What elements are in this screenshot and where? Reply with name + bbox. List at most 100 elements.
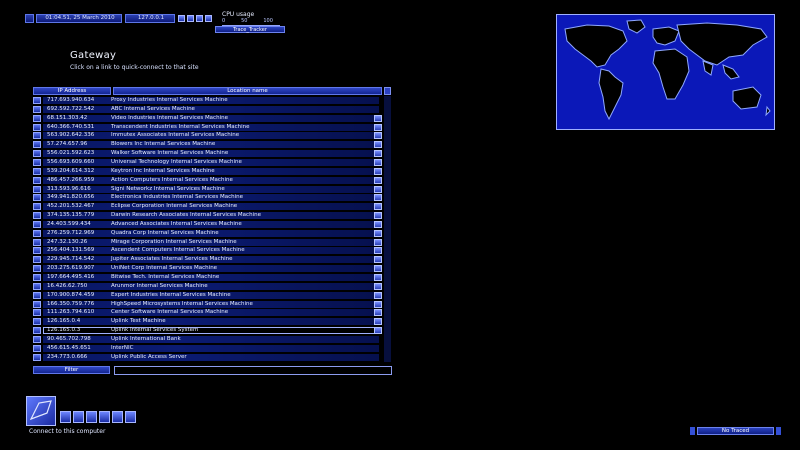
table-row[interactable]: 234.773.0.666 Uplink Public Access Server [33,353,383,362]
row-side-button[interactable] [374,220,382,228]
row-connect-icon[interactable] [33,167,41,175]
column-header-location[interactable]: Location name [113,87,382,95]
row-connect-icon[interactable] [33,282,41,290]
row-side-button[interactable] [374,282,382,290]
row-connect-icon[interactable] [33,150,41,158]
table-row[interactable]: 556.021.592.623 Walker Software Internal … [33,150,383,158]
table-row[interactable]: 563.902.642.336 Immutex Associates Intern… [33,132,383,140]
row-connect-icon[interactable] [33,114,41,122]
tool-icon-1[interactable] [178,15,185,22]
table-row[interactable]: 374.135.135.779 Darwin Research Associate… [33,212,383,220]
row-side-button[interactable] [374,238,382,246]
table-row[interactable]: 90.465.702.798 Uplink International Bank [33,335,383,344]
row-side-button[interactable] [374,141,382,149]
row-connect-icon[interactable] [33,97,41,104]
table-row[interactable]: 349.941.820.656 Electronica Industries In… [33,194,383,202]
table-row[interactable]: 111.263.794.610 Center Software Internal … [33,309,383,317]
row-side-button[interactable] [374,309,382,317]
table-row[interactable]: 276.259.712.969 Quadra Corp Internal Serv… [33,229,383,238]
trace-tracker-button[interactable]: Trace_Tracker [215,26,285,33]
table-row[interactable]: 197.664.495.416 Bitwise Tech. Internal Se… [33,274,383,282]
scrollbar-track[interactable] [384,96,391,362]
filter-button[interactable]: Filter [33,366,110,374]
table-row[interactable]: 539.204.614.312 Keytron Inc Internal Serv… [33,167,383,176]
row-side-button[interactable] [374,291,382,299]
row-connect-icon[interactable] [33,176,41,184]
scroll-up-button[interactable] [384,87,391,95]
table-row[interactable]: 68.151.303.42 Video Industries Internal S… [33,114,383,123]
table-row[interactable]: 717.693.940.634 Proxy Industries Internal… [33,97,383,105]
table-row[interactable]: 556.693.609.660 Universal Technology Inte… [33,158,383,167]
world-map[interactable] [556,14,775,130]
small-tool-icon-1[interactable] [60,411,71,423]
row-connect-icon[interactable] [33,132,41,140]
table-row[interactable]: 692.592.722.542 ABC Internal Services Mac… [33,105,383,114]
row-connect-icon[interactable] [33,158,41,166]
row-connect-icon[interactable] [33,105,41,113]
table-row[interactable]: 452.201.532.467 Eclipse Corporation Inter… [33,203,383,211]
table-row[interactable]: 166.350.759.776 HighSpeed Microsystems In… [33,300,383,309]
table-row[interactable]: 313.593.96.616 Signi Networkz Internal Se… [33,185,383,194]
column-header-ip[interactable]: IP Address [33,87,111,95]
row-side-button[interactable] [374,318,382,326]
table-row[interactable]: 247.32.130.26 Mirage Corporation Internal… [33,238,383,247]
row-side-button[interactable] [374,265,382,273]
table-row[interactable]: 126.165.0.3 Uplink Internal Services Syst… [33,327,383,335]
filter-input[interactable] [114,366,392,375]
row-connect-icon[interactable] [33,141,41,149]
row-connect-icon[interactable] [33,212,41,220]
small-tool-icon-2[interactable] [73,411,84,423]
small-tool-icon-6[interactable] [125,411,136,423]
tool-icon-2[interactable] [187,15,194,22]
row-side-button[interactable] [374,300,382,308]
row-side-button[interactable] [374,256,382,264]
table-row[interactable]: 24.403.599.434 Advanced Associates Intern… [33,220,383,229]
row-connect-icon[interactable] [33,344,41,352]
table-row[interactable]: 640.366.740.531 Transcendent Industries I… [33,123,383,132]
table-row[interactable]: 16.426.62.750 Arunmor Internal Services M… [33,282,383,291]
row-side-button[interactable] [374,274,382,281]
status-left-button[interactable] [25,14,34,23]
small-tool-icon-3[interactable] [86,411,97,423]
table-row[interactable]: 229.945.714.542 Jupiter Associates Intern… [33,256,383,264]
row-side-button[interactable] [374,158,382,166]
table-row[interactable]: 203.275.619.907 UniNet Corp Internal Serv… [33,265,383,273]
row-connect-icon[interactable] [33,327,41,335]
row-connect-icon[interactable] [33,353,41,361]
row-connect-icon[interactable] [33,265,41,273]
row-side-button[interactable] [374,247,382,255]
table-row[interactable]: 57.274.657.96 Blowers Inc Internal Servic… [33,141,383,149]
small-tool-icon-5[interactable] [112,411,123,423]
row-side-button[interactable] [374,123,382,131]
row-side-button[interactable] [374,212,382,220]
tool-icon-4[interactable] [205,15,212,22]
row-side-button[interactable] [374,229,382,237]
row-connect-icon[interactable] [33,123,41,131]
row-connect-icon[interactable] [33,291,41,299]
row-connect-icon[interactable] [33,318,41,326]
table-row[interactable]: 256.404.131.569 Ascendent Computers Inter… [33,247,383,255]
tool-icon-3[interactable] [196,15,203,22]
row-connect-icon[interactable] [33,185,41,193]
row-connect-icon[interactable] [33,203,41,211]
row-connect-icon[interactable] [33,256,41,264]
row-connect-icon[interactable] [33,220,41,228]
table-row[interactable]: 486.457.266.959 Action Computers Internal… [33,176,383,185]
row-connect-icon[interactable] [33,238,41,246]
row-side-button[interactable] [374,203,382,211]
row-connect-icon[interactable] [33,229,41,237]
gateway-computer-icon[interactable] [26,396,56,426]
row-connect-icon[interactable] [33,247,41,255]
table-row[interactable]: 126.165.0.4 Uplink Test Machine [33,318,383,326]
table-row[interactable]: 456.615.45.651 InterNIC [33,344,383,353]
row-side-button[interactable] [374,327,382,335]
row-connect-icon[interactable] [33,194,41,202]
small-tool-icon-4[interactable] [99,411,110,423]
row-connect-icon[interactable] [33,335,41,343]
row-connect-icon[interactable] [33,274,41,281]
row-side-button[interactable] [374,114,382,122]
table-row[interactable]: 170.900.874.459 Expert Industries Interna… [33,291,383,300]
row-connect-icon[interactable] [33,300,41,308]
row-side-button[interactable] [374,176,382,184]
row-side-button[interactable] [374,167,382,175]
